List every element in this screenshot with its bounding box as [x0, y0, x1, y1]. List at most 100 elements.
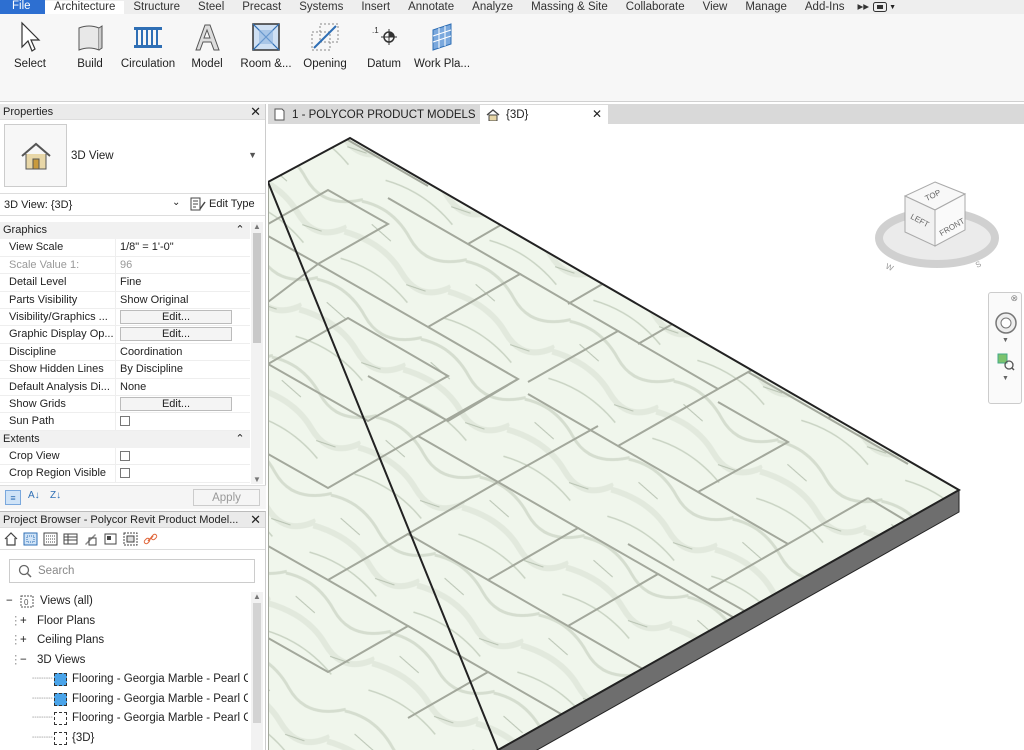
model-button[interactable]: Model	[186, 20, 228, 78]
project-browser: Project Browser - Polycor Revit Product …	[0, 511, 266, 750]
type-selector[interactable]: 3D View ▼	[0, 120, 265, 194]
sort-ascending-icon[interactable]: A↓	[28, 490, 40, 501]
tree-node-floor-plans[interactable]: ⋮ + Floor Plans	[0, 612, 248, 632]
tab-annotate[interactable]: Annotate	[399, 1, 463, 14]
tree-node-view-3d[interactable]: ┄┄┄ {3D}	[0, 729, 248, 749]
tab-steel[interactable]: Steel	[189, 1, 233, 14]
prop-default-analysis[interactable]: Default Analysis Di... None	[0, 378, 250, 396]
tab-architecture[interactable]: Architecture	[45, 0, 125, 14]
tab-precast[interactable]: Precast	[233, 1, 290, 14]
prop-visibility-graphics: Visibility/Graphics ... Edit...	[0, 308, 250, 327]
tab-3d-view[interactable]: {3D} ✕	[480, 105, 608, 124]
tab-analyze[interactable]: Analyze	[463, 1, 522, 14]
opening-button[interactable]: Opening	[302, 20, 348, 78]
collapse-toggle[interactable]: −	[20, 651, 27, 670]
scroll-up-icon[interactable]: ▲	[251, 222, 263, 231]
edit-button[interactable]: Edit...	[120, 396, 232, 411]
viewcube[interactable]: W S TOP LEFT FRONT	[873, 174, 1003, 284]
prop-discipline[interactable]: Discipline Coordination	[0, 343, 250, 362]
tab-insert[interactable]: Insert	[352, 1, 399, 14]
properties-title-bar: Properties ✕	[0, 104, 265, 120]
group-extents[interactable]: Extents ⌃	[0, 430, 250, 449]
room-area-button[interactable]: Room &...	[238, 20, 294, 78]
browser-search-input[interactable]: Search	[9, 559, 255, 583]
family-icon[interactable]	[83, 532, 98, 546]
chevron-down-icon[interactable]: ▼	[248, 150, 257, 160]
tab-systems[interactable]: Systems	[290, 1, 352, 14]
close-icon[interactable]: ✕	[250, 512, 261, 528]
tab-structure[interactable]: Structure	[124, 1, 189, 14]
group-icon[interactable]	[123, 532, 138, 546]
properties-footer: ≡ A↓ Z↓ Apply	[0, 485, 266, 509]
edit-type-button[interactable]: Edit Type	[190, 197, 255, 211]
expand-toggle[interactable]: +	[20, 631, 27, 650]
close-icon[interactable]: ✕	[250, 104, 261, 120]
view-icon[interactable]	[23, 532, 38, 546]
scroll-thumb[interactable]	[253, 233, 261, 343]
drawing-area[interactable]: 1 - POLYCOR PRODUCT MODELS {3D} ✕ W S TO…	[268, 104, 1024, 750]
sheet-icon[interactable]	[43, 532, 58, 546]
expand-toggle[interactable]: +	[20, 612, 27, 631]
instance-selector-row: 3D View: {3D} ⌄ Edit Type	[0, 194, 265, 216]
panel-toggle-icon[interactable]: ▼	[873, 2, 896, 12]
tree-node-views-all[interactable]: − 0 Views (all)	[0, 592, 248, 612]
tab-manage[interactable]: Manage	[736, 1, 796, 14]
scroll-down-icon[interactable]: ▼	[251, 475, 263, 484]
build-button[interactable]: Build	[70, 20, 110, 78]
sun-path-checkbox[interactable]	[120, 416, 130, 427]
legend-icon[interactable]	[103, 532, 118, 546]
tab-collaborate[interactable]: Collaborate	[617, 1, 694, 14]
tab-add-ins[interactable]: Add-Ins	[796, 1, 854, 14]
file-menu[interactable]: File	[0, 0, 45, 14]
tree-node-ceiling-plans[interactable]: ⋮ + Ceiling Plans	[0, 631, 248, 651]
prop-detail-level[interactable]: Detail Level Fine	[0, 274, 250, 292]
menu-bar: File Architecture Structure Steel Precas…	[0, 0, 1024, 14]
close-icon[interactable]: ✕	[592, 105, 602, 123]
home-icon[interactable]	[4, 531, 18, 546]
select-button[interactable]: Select	[10, 20, 50, 78]
tab-polycor-product-models[interactable]: 1 - POLYCOR PRODUCT MODELS	[273, 105, 476, 124]
sort-categorized-icon[interactable]: ≡	[5, 490, 21, 505]
datum-button[interactable]: .1 Datum	[362, 20, 406, 78]
collapse-icon[interactable]: ⌃	[230, 431, 250, 448]
properties-scrollbar[interactable]: ▲ ▼	[251, 222, 263, 484]
chevron-down-icon[interactable]: ▼	[1002, 337, 1009, 344]
instance-selector[interactable]: 3D View: {3D}	[4, 199, 72, 211]
collapse-icon[interactable]: ⌃	[230, 222, 250, 239]
zoom-region-icon[interactable]	[997, 353, 1015, 371]
browser-scrollbar[interactable]: ▲	[251, 592, 263, 750]
circulation-button[interactable]: Circulation	[118, 20, 178, 78]
cursor-icon	[21, 21, 41, 52]
edit-button[interactable]: Edit...	[120, 309, 232, 324]
scroll-thumb[interactable]	[253, 603, 261, 723]
prop-view-scale[interactable]: View Scale 1/8" = 1'-0"	[0, 239, 250, 257]
schedule-icon[interactable]	[63, 532, 78, 546]
tree-node-3d-views[interactable]: ⋮ − 3D Views	[0, 651, 248, 671]
tree-node-view[interactable]: ┄┄┄ Flooring - Georgia Marble - Pearl C	[0, 709, 248, 729]
more-tabs-icon[interactable]: ▸▸	[854, 1, 874, 14]
tree-node-view[interactable]: ┄┄┄ Flooring - Georgia Marble - Pearl C	[0, 690, 248, 710]
close-icon[interactable]: ⊗	[1010, 293, 1018, 304]
prop-parts-visibility[interactable]: Parts Visibility Show Original	[0, 291, 250, 309]
chevron-down-icon[interactable]: ▼	[1002, 375, 1009, 382]
3d-view-icon	[54, 712, 67, 725]
tab-massing-site[interactable]: Massing & Site	[522, 1, 617, 14]
scroll-up-icon[interactable]: ▲	[251, 592, 263, 601]
collapse-toggle[interactable]: −	[6, 592, 13, 611]
work-plane-button[interactable]: Work Pla...	[414, 20, 470, 78]
sort-descending-icon[interactable]: Z↓	[50, 490, 61, 501]
edit-button[interactable]: Edit...	[120, 327, 232, 342]
link-icon[interactable]	[143, 532, 158, 546]
properties-panel: Properties ✕ 3D View ▼ 3D View: {3D} ⌄ E…	[0, 104, 266, 509]
tab-view[interactable]: View	[694, 1, 737, 14]
opening-icon	[311, 23, 339, 51]
crop-region-checkbox[interactable]	[120, 468, 130, 479]
crop-view-checkbox[interactable]	[120, 451, 130, 462]
project-browser-title: Project Browser - Polycor Revit Product …	[3, 514, 239, 526]
group-graphics[interactable]: Graphics ⌃	[0, 222, 250, 240]
steering-wheel-icon[interactable]	[994, 311, 1018, 335]
tree-node-view[interactable]: ┄┄┄ Flooring - Georgia Marble - Pearl C	[0, 670, 248, 690]
chevron-down-icon[interactable]: ⌄	[172, 197, 180, 208]
prop-show-hidden-lines[interactable]: Show Hidden Lines By Discipline	[0, 361, 250, 379]
apply-button[interactable]: Apply	[193, 489, 260, 506]
